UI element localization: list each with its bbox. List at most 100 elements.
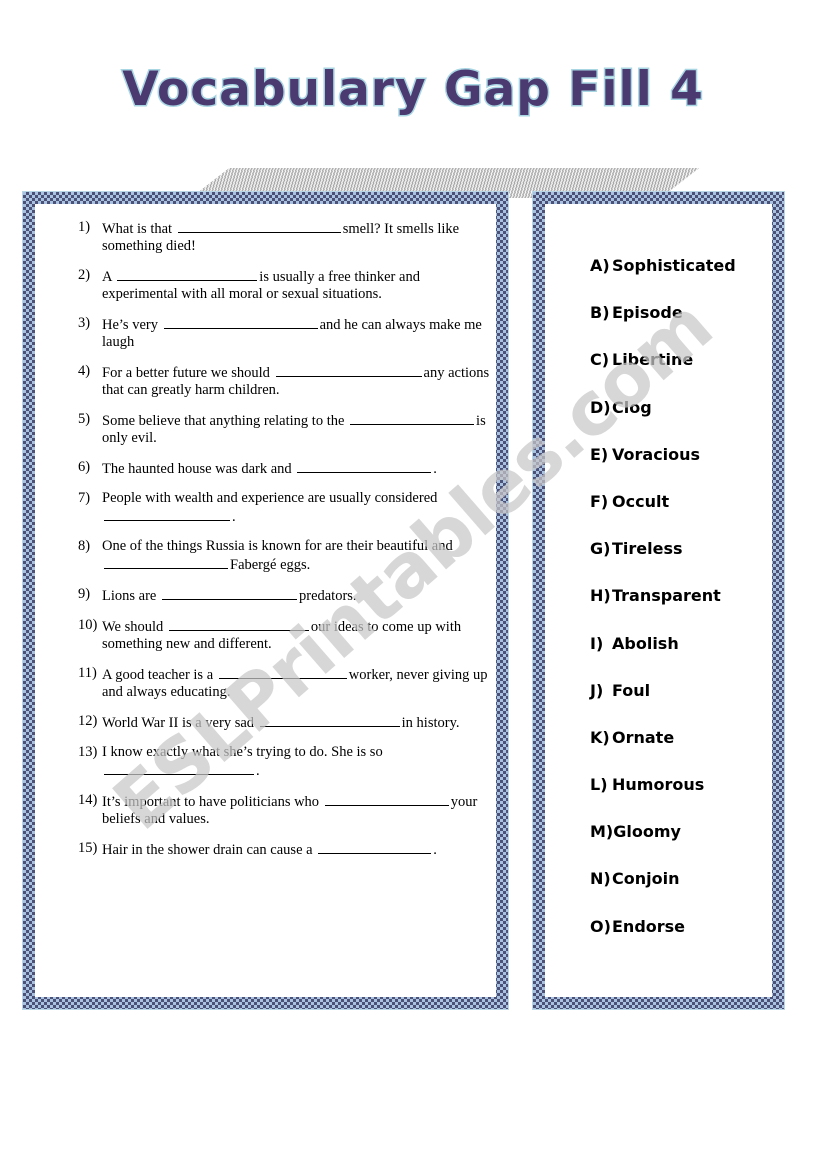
question-text: A is usually a free thinker and experime…: [102, 267, 493, 303]
question-text-segment: Lions are: [102, 588, 157, 604]
questions-list: 1) What is that smell? It smells like som…: [78, 219, 493, 871]
word-bank-letter: I): [590, 633, 604, 653]
word-bank-item[interactable]: I) Abolish: [590, 634, 772, 653]
word-bank-word: Sophisticated: [612, 256, 736, 275]
word-bank-letter: O): [590, 916, 611, 936]
question-item: 12) World War II is a very sad in history…: [78, 713, 493, 732]
word-bank-letter: L): [590, 775, 608, 795]
answer-blank[interactable]: [161, 586, 297, 600]
word-bank-list: A) Sophisticated B) Episode C) Libertine D)Clo…: [590, 256, 772, 964]
word-bank-item[interactable]: M)Gloomy: [590, 822, 772, 841]
question-text: We should our ideas to come up with some…: [102, 617, 493, 653]
question-item: 1) What is that smell? It smells like som…: [78, 219, 493, 255]
answer-blank[interactable]: [275, 363, 422, 377]
question-text-segment: Fabergé eggs.: [230, 557, 311, 573]
answer-blank[interactable]: [297, 459, 432, 473]
answer-blank[interactable]: [104, 761, 254, 775]
question-text: Lions are predators.: [102, 586, 493, 605]
word-bank-item[interactable]: H)Transparent: [590, 586, 772, 605]
question-text: People with wealth and experience are us…: [102, 490, 493, 526]
word-bank-letter: D): [590, 397, 611, 417]
word-bank-item[interactable]: D)Clog: [590, 398, 772, 417]
word-bank-word: Voracious: [612, 444, 701, 464]
answer-blank[interactable]: [104, 507, 230, 521]
question-item: 2) A is usually a free thinker and experi…: [78, 267, 493, 303]
answer-blank[interactable]: [259, 713, 400, 727]
word-bank-word: Episode: [612, 303, 683, 323]
question-text: One of the things Russia is known for ar…: [102, 538, 493, 574]
answer-blank[interactable]: [163, 315, 318, 329]
word-bank-panel-inner: A) Sophisticated B) Episode C) Libertine D)Clo…: [545, 204, 772, 997]
question-number: 7): [78, 490, 91, 506]
question-text-segment: A good teacher is a: [102, 667, 214, 683]
question-item: 4) For a better future we should any acti…: [78, 363, 493, 399]
question-text: The haunted house was dark and .: [102, 459, 493, 478]
word-bank-item[interactable]: O)Endorse: [590, 917, 772, 936]
word-bank-letter: B): [590, 303, 610, 323]
question-number: 10): [78, 617, 98, 633]
answer-blank[interactable]: [177, 219, 341, 233]
answer-blank[interactable]: [218, 665, 347, 679]
worksheet-title-area: Vocabulary Gap Fill 4: [0, 61, 826, 198]
word-bank-letter: A): [590, 256, 610, 275]
word-bank-word: Gloomy: [613, 822, 681, 842]
question-item: 8) One of the things Russia is known for …: [78, 538, 493, 574]
question-text-segment: We should: [102, 619, 164, 635]
question-item: 13) I know exactly what she’s trying to d…: [78, 744, 493, 780]
question-item: 14) It’s important to have politicians wh…: [78, 792, 493, 828]
question-text: A good teacher is a worker, never giving…: [102, 665, 493, 701]
page-title: Vocabulary Gap Fill 4: [121, 61, 705, 119]
word-bank-word: Conjoin: [612, 869, 680, 889]
word-bank-item[interactable]: E) Voracious: [590, 445, 772, 464]
question-text-segment: For a better future we should: [102, 365, 270, 381]
question-number: 9): [78, 586, 91, 602]
questions-panel-inner: 1) What is that smell? It smells like som…: [35, 204, 496, 997]
word-bank-word: Tireless: [612, 539, 683, 559]
question-item: 6) The haunted house was dark and .: [78, 459, 493, 478]
word-bank-item[interactable]: J) Foul: [590, 681, 772, 700]
question-number: 3): [78, 315, 91, 331]
question-text-segment: It’s important to have politicians who: [102, 794, 320, 810]
question-text: Hair in the shower drain can cause a .: [102, 840, 493, 859]
question-number: 6): [78, 459, 91, 475]
word-bank-item[interactable]: C) Libertine: [590, 350, 772, 369]
question-item: 3) He’s very and he can always make me la…: [78, 315, 493, 351]
word-bank-item[interactable]: F) Occult: [590, 492, 772, 511]
question-text-segment: Some believe that anything relating to t…: [102, 413, 345, 429]
word-bank-word: Foul: [612, 680, 651, 700]
question-number: 8): [78, 538, 91, 554]
question-text: World War II is a very sad in history.: [102, 713, 493, 732]
word-bank-item[interactable]: B) Episode: [590, 303, 772, 322]
question-text: What is that smell? It smells like somet…: [102, 219, 493, 255]
word-bank-item[interactable]: A) Sophisticated: [590, 256, 772, 275]
question-text-segment: Hair in the shower drain can cause a: [102, 842, 313, 858]
question-item: 15) Hair in the shower drain can cause a …: [78, 840, 493, 859]
question-number: 4): [78, 363, 91, 379]
word-bank-item[interactable]: N)Conjoin: [590, 869, 772, 888]
question-text-segment: predators.: [298, 588, 357, 604]
word-bank-item[interactable]: G)Tireless: [590, 539, 772, 558]
question-text: It’s important to have politicians who y…: [102, 792, 493, 828]
word-bank-letter: K): [590, 727, 610, 747]
question-text-segment: .: [433, 842, 437, 858]
question-text: I know exactly what she’s trying to do. …: [102, 744, 493, 780]
answer-blank[interactable]: [168, 617, 309, 631]
question-text-segment: .: [256, 763, 260, 779]
question-text-segment: .: [433, 461, 437, 477]
answer-blank[interactable]: [350, 411, 475, 425]
question-number: 14): [78, 792, 98, 808]
question-text-segment: What is that: [102, 221, 173, 237]
word-bank-item[interactable]: L) Humorous: [590, 775, 772, 794]
answer-blank[interactable]: [324, 792, 449, 806]
word-bank-word: Clog: [612, 397, 652, 417]
question-text-segment: World War II is a very sad: [102, 715, 255, 731]
answer-blank[interactable]: [117, 267, 258, 281]
answer-blank[interactable]: [318, 840, 432, 854]
answer-blank[interactable]: [104, 555, 228, 569]
word-bank-word: Ornate: [612, 727, 675, 747]
word-bank-word: Abolish: [612, 633, 679, 653]
question-number: 5): [78, 411, 91, 427]
word-bank-item[interactable]: K) Ornate: [590, 728, 772, 747]
word-bank-letter: H): [590, 586, 611, 606]
word-bank-letter: E): [590, 444, 609, 464]
